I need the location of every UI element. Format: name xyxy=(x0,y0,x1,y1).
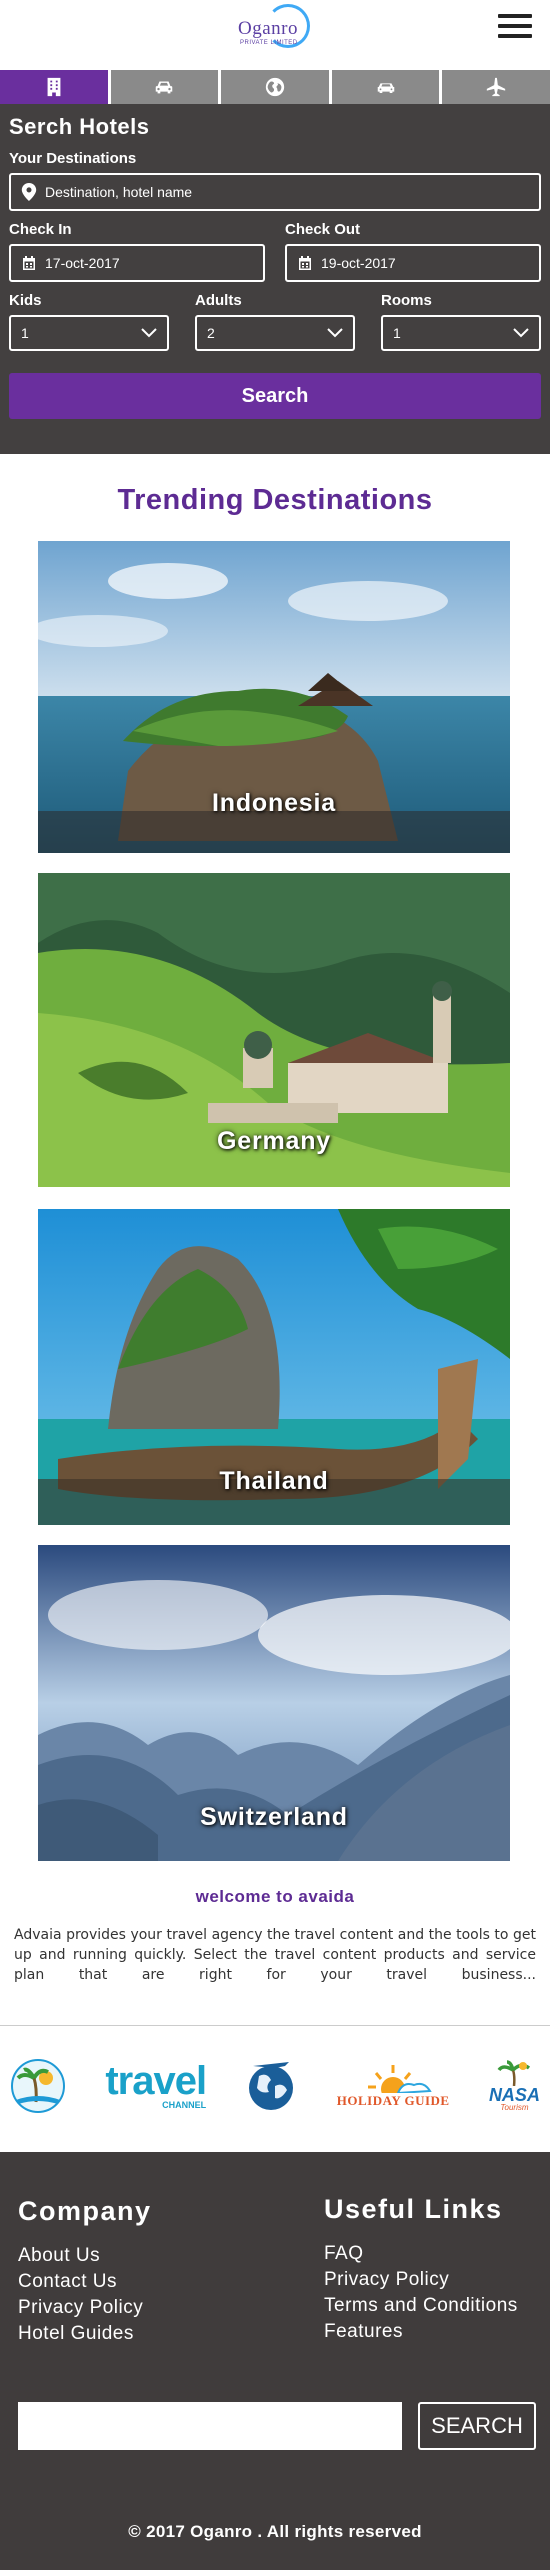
destination-card-switzerland[interactable]: Switzerland xyxy=(38,1545,510,1861)
hotel-search-form: Serch Hotels Your Destinations Destinati… xyxy=(0,104,550,454)
company-heading: Company xyxy=(18,2196,152,2226)
footer-link-privacy-policy[interactable]: Privacy Policy xyxy=(18,2295,152,2321)
partner-logos: travel CHANNEL HOLIDAY GUIDE NASA Touris… xyxy=(0,2025,550,2145)
globe-plane-icon xyxy=(249,2061,294,2110)
palm-tree-icon xyxy=(497,2059,531,2086)
hamburger-menu-icon[interactable] xyxy=(498,14,532,40)
destination-card-germany[interactable]: Germany xyxy=(38,873,510,1187)
company-links-column: Company About Us Contact Us Privacy Poli… xyxy=(18,2196,152,2347)
destination-name-switzerland: Switzerland xyxy=(200,1803,348,1831)
site-header: Oganro PRIVATE LIMITED xyxy=(0,0,550,70)
footer-link-hotel-guides[interactable]: Hotel Guides xyxy=(18,2321,152,2347)
map-pin-icon xyxy=(21,183,37,201)
destination-placeholder: Destination, hotel name xyxy=(45,184,193,200)
airplane-icon xyxy=(487,77,506,97)
footer-link-about-us[interactable]: About Us xyxy=(18,2243,152,2269)
footer-link-contact-us[interactable]: Contact Us xyxy=(18,2269,152,2295)
useful-links-heading: Useful Links xyxy=(324,2194,503,2224)
checkout-value: 19-oct-2017 xyxy=(321,255,396,271)
calendar-icon xyxy=(23,256,35,270)
beach-palm-icon xyxy=(11,2058,65,2113)
search-button[interactable]: Search xyxy=(9,373,541,419)
nasa-tourism-subtext: Tourism xyxy=(500,2102,529,2112)
useful-links-column: Useful Links FAQ Privacy Policy Terms an… xyxy=(324,2194,518,2345)
trending-section: Trending Destinations Indonesia Germany … xyxy=(0,454,550,1985)
travel-channel-logo[interactable]: travel CHANNEL xyxy=(105,2059,207,2110)
checkout-date-input[interactable]: 19-oct-2017 xyxy=(285,244,541,282)
nasa-tourism-logo[interactable]: NASA Tourism xyxy=(488,2059,540,2112)
kids-select[interactable]: 1 xyxy=(9,315,169,351)
rooms-select[interactable]: 1 xyxy=(381,315,541,351)
travel-channel-text: travel xyxy=(105,2059,207,2103)
checkin-value: 17-oct-2017 xyxy=(45,255,120,271)
destination-name-germany: Germany xyxy=(217,1127,331,1155)
destination-name-indonesia: Indonesia xyxy=(212,789,336,817)
kids-value: 1 xyxy=(21,325,29,341)
destination-label: Your Destinations xyxy=(9,150,137,167)
site-footer: Company About Us Contact Us Privacy Poli… xyxy=(0,2152,550,2570)
adults-label: Adults xyxy=(195,292,242,309)
site-logo[interactable]: Oganro PRIVATE LIMITED xyxy=(232,4,322,66)
globe-icon xyxy=(265,77,285,97)
destination-name-thailand: Thailand xyxy=(219,1467,329,1495)
copyright-text: © 2017 Oganro . All rights reserved xyxy=(128,2522,422,2541)
chevron-down-icon xyxy=(141,328,157,338)
chevron-down-icon xyxy=(513,328,529,338)
footer-search-input[interactable] xyxy=(18,2402,402,2450)
welcome-text: Advaia provides your travel agency the t… xyxy=(14,1927,536,1983)
adults-value: 2 xyxy=(207,325,215,341)
footer-link-faq[interactable]: FAQ xyxy=(324,2241,518,2267)
calendar-icon xyxy=(299,256,311,270)
footer-link-privacy-policy-2[interactable]: Privacy Policy xyxy=(324,2267,518,2293)
hotel-building-icon xyxy=(47,77,61,97)
chevron-down-icon xyxy=(327,328,343,338)
destination-card-indonesia[interactable]: Indonesia xyxy=(38,541,510,853)
destination-card-thailand[interactable]: Thailand xyxy=(38,1209,510,1525)
logo-subtext: PRIVATE LIMITED xyxy=(240,40,298,46)
kids-label: Kids xyxy=(9,292,42,309)
beach-resort-logo[interactable] xyxy=(10,2058,66,2114)
rooms-label: Rooms xyxy=(381,292,432,309)
taxi-icon xyxy=(377,83,394,93)
tab-transfers[interactable] xyxy=(331,70,440,104)
car-icon xyxy=(156,81,173,94)
tab-cars[interactable] xyxy=(110,70,219,104)
travel-channel-subtext: CHANNEL xyxy=(162,2100,207,2110)
search-form-title: Serch Hotels xyxy=(9,114,150,139)
sun-cloud-icon xyxy=(368,2064,432,2093)
tab-flights[interactable] xyxy=(442,70,550,104)
rooms-value: 1 xyxy=(393,325,401,341)
category-tabs xyxy=(0,70,550,104)
nasa-tourism-text: NASA xyxy=(488,2084,540,2105)
destination-input[interactable]: Destination, hotel name xyxy=(9,173,541,211)
checkin-date-input[interactable]: 17-oct-2017 xyxy=(9,244,265,282)
globe-plane-logo[interactable] xyxy=(245,2058,297,2114)
logo-text: Oganro xyxy=(238,18,298,39)
footer-link-terms[interactable]: Terms and Conditions xyxy=(324,2293,518,2319)
footer-search-button[interactable]: SEARCH xyxy=(418,2402,536,2450)
holiday-guide-logo[interactable]: HOLIDAY GUIDE xyxy=(337,2063,450,2109)
footer-link-features[interactable]: Features xyxy=(324,2319,518,2345)
tab-hotels[interactable] xyxy=(0,70,108,104)
checkout-label: Check Out xyxy=(285,221,361,238)
checkin-label: Check In xyxy=(9,221,72,238)
tab-tours[interactable] xyxy=(221,70,329,104)
adults-select[interactable]: 2 xyxy=(195,315,355,351)
holiday-guide-text: HOLIDAY GUIDE xyxy=(336,2092,450,2108)
welcome-heading: welcome to avaida xyxy=(195,1887,355,1906)
trending-title: Trending Destinations xyxy=(117,484,433,516)
